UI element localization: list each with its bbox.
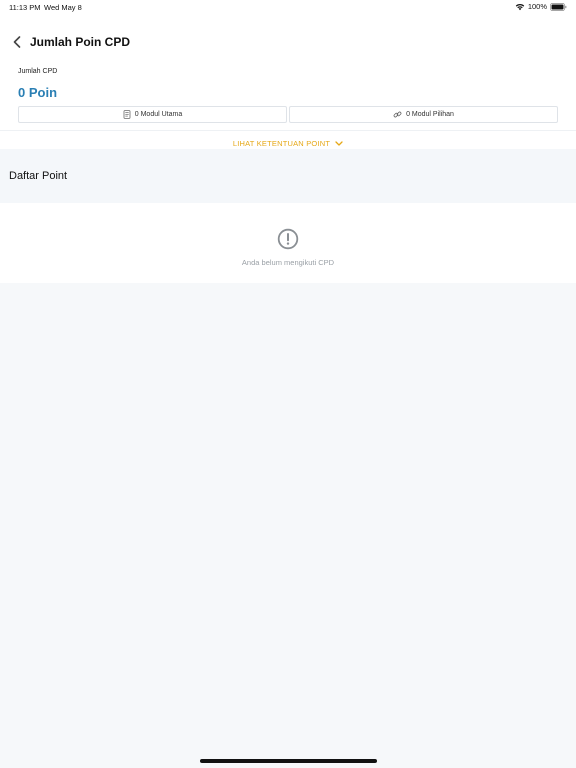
view-rules-label: LIHAT KETENTUAN POINT <box>232 139 331 148</box>
cpd-total-value: 0 Poin <box>18 85 58 100</box>
empty-state-message: Anda belum mengikuti CPD <box>241 258 335 267</box>
chevron-left-icon <box>13 36 21 48</box>
divider <box>0 130 576 131</box>
status-bar: 11:13 PM Wed May 8 100% <box>0 0 576 14</box>
module-utama-label: 0 Modul Utama <box>134 111 183 118</box>
document-icon <box>123 110 131 119</box>
module-pilihan-label: 0 Modul Pilihan <box>406 111 454 118</box>
summary-panel: Jumlah Poin CPD Jumlah CPD 0 Poin 0 Modu… <box>0 14 576 149</box>
chevron-down-icon <box>335 141 343 146</box>
module-summary-row: 0 Modul Utama 0 Modul Pilihan <box>18 106 558 123</box>
battery-percent: 100% <box>527 2 547 11</box>
cpd-total-label: Jumlah CPD <box>18 68 58 75</box>
module-pilihan-box: 0 Modul Pilihan <box>289 106 558 123</box>
exclamation-circle-icon <box>277 228 299 250</box>
page-title: Jumlah Poin CPD <box>30 35 131 49</box>
wifi-icon <box>515 3 525 10</box>
status-date: Wed May 8 <box>44 3 82 12</box>
status-time: 11:13 PM <box>9 3 41 12</box>
back-button[interactable] <box>10 34 24 50</box>
view-rules-link[interactable]: LIHAT KETENTUAN POINT <box>0 139 576 148</box>
empty-state: Anda belum mengikuti CPD <box>0 203 576 283</box>
home-indicator[interactable] <box>200 759 377 763</box>
screen: 11:13 PM Wed May 8 100% Jumlah Poin CPD … <box>0 0 576 768</box>
battery-icon <box>550 2 567 11</box>
point-list-header: Daftar Point <box>0 149 576 203</box>
link-icon <box>393 111 402 118</box>
point-list-title: Daftar Point <box>9 170 68 182</box>
status-indicators: 100% <box>515 2 567 11</box>
module-utama-box: 0 Modul Utama <box>18 106 287 123</box>
